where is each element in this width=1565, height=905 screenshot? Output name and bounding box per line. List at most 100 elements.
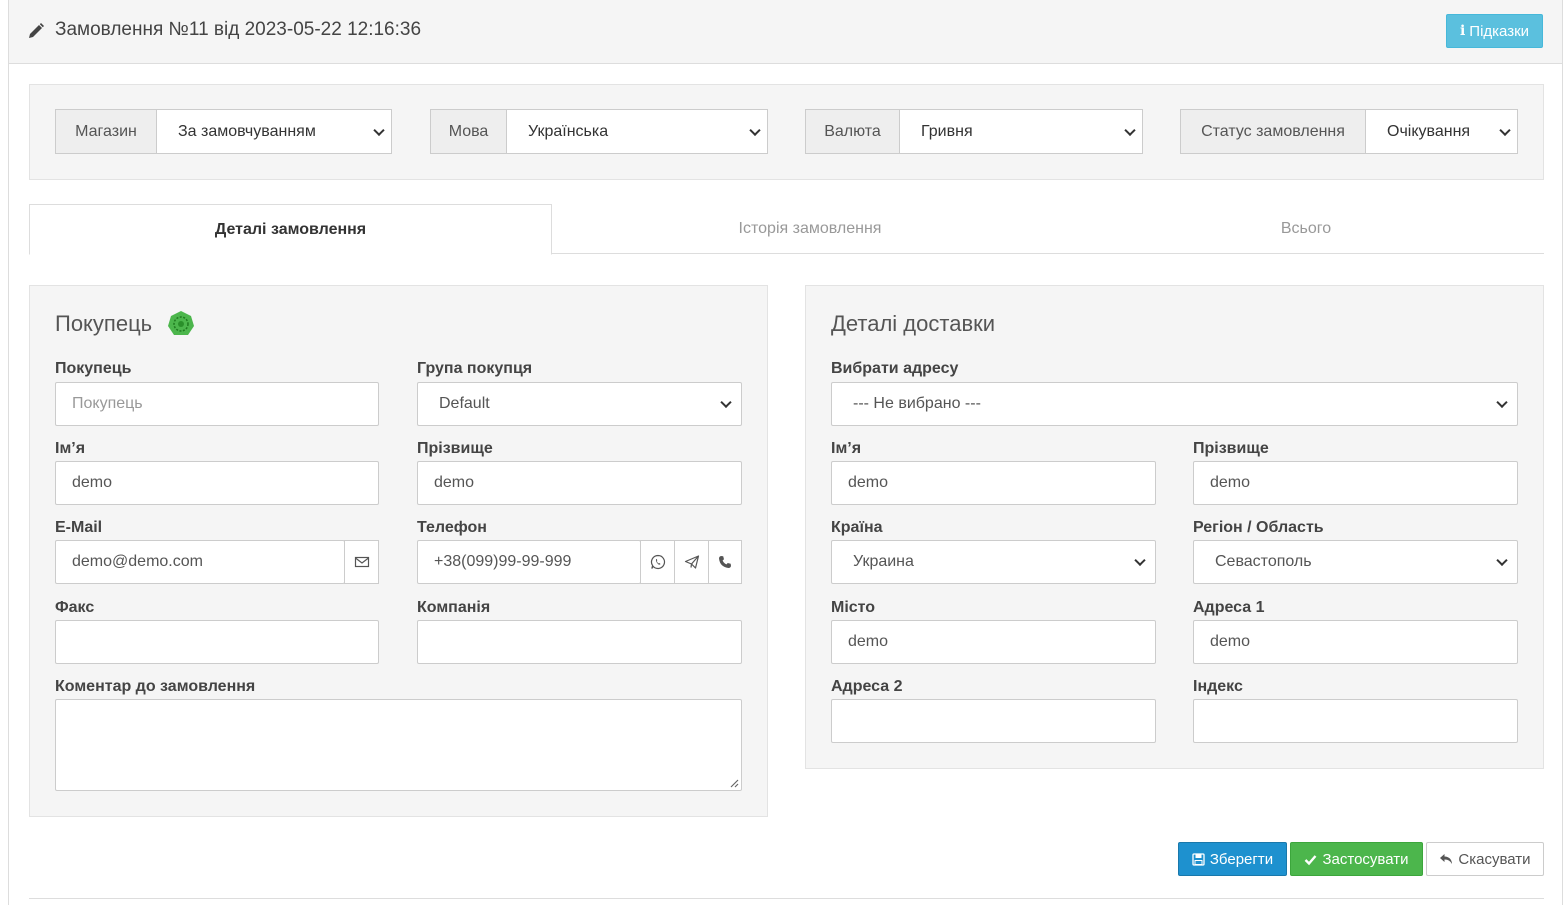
address2-label: Адреса 2 <box>831 678 903 695</box>
address1-input[interactable]: demo <box>1193 620 1518 664</box>
shipping-lastname-input[interactable]: demo <box>1193 461 1518 505</box>
customer-group-label: Група покупця <box>417 360 533 377</box>
fax-input[interactable] <box>55 620 379 664</box>
whatsapp-button[interactable] <box>640 540 675 584</box>
order-tabs: Деталі замовлення Історія замовлення Всь… <box>29 204 1544 255</box>
check-icon <box>1305 854 1317 865</box>
email-input[interactable]: demo@demo.com <box>55 540 345 584</box>
phone-label: Телефон <box>417 519 487 536</box>
tab-totals[interactable]: Всього <box>1068 204 1544 254</box>
country-label: Країна <box>831 519 883 536</box>
apply-button-label: Застосувати <box>1322 850 1409 868</box>
firstname-input[interactable]: demo <box>55 461 379 505</box>
shipping-fieldset: Деталі доставки Вибрати адресу --- Не ви… <box>805 285 1544 769</box>
customer-group-select[interactable]: Default <box>417 382 742 426</box>
address2-input[interactable] <box>831 699 1156 743</box>
region-label: Регіон / Область <box>1193 519 1324 536</box>
phone-input[interactable]: +38(099)99-99-999 <box>417 540 641 584</box>
hints-button-label: Підказки <box>1469 22 1530 40</box>
customer-fieldset: Покупець Покупець Покупець Група покупця… <box>29 285 768 817</box>
city-input[interactable]: demo <box>831 620 1156 664</box>
whatsapp-icon <box>650 554 665 570</box>
shipping-firstname-label: Ім’я <box>831 440 862 457</box>
language-select-value: Українська <box>528 122 609 140</box>
company-label: Компанія <box>417 599 491 616</box>
customer-status-icon <box>168 311 194 335</box>
save-button-label: Зберегти <box>1209 850 1274 868</box>
currency-label: Валюта <box>806 110 900 153</box>
save-button[interactable]: Зберегти <box>1178 842 1287 876</box>
info-icon: i <box>1459 23 1466 39</box>
currency-select-value: Гривня <box>921 122 973 140</box>
status-select-value: Очікування <box>1387 122 1471 140</box>
paper-plane-icon <box>684 555 699 569</box>
country-select-value: Украина <box>853 553 914 570</box>
telegram-button[interactable] <box>674 540 709 584</box>
address1-label: Адреса 1 <box>1193 599 1265 616</box>
send-email-button[interactable] <box>344 540 379 584</box>
customer-group-value: Default <box>439 395 490 412</box>
shipping-firstname-input[interactable]: demo <box>831 461 1156 505</box>
tab-order-history[interactable]: Історія замовлення <box>552 204 1068 254</box>
address-select-value: --- Не вибрано --- <box>853 395 981 412</box>
chevron-down-icon <box>1134 554 1146 567</box>
language-label: Мова <box>431 110 507 153</box>
language-select[interactable]: Українська <box>507 110 767 153</box>
chevron-down-icon <box>749 124 761 136</box>
country-select[interactable]: Украина <box>831 540 1156 584</box>
region-select-value: Севастополь <box>1215 553 1312 570</box>
customer-input[interactable]: Покупець <box>55 382 379 426</box>
postcode-label: Індекс <box>1193 678 1243 695</box>
phone-icon <box>719 556 731 568</box>
pencil-icon <box>29 23 44 38</box>
hints-button[interactable]: i Підказки <box>1446 14 1543 48</box>
currency-select-group: Валюта Гривня <box>805 109 1143 154</box>
status-select[interactable]: Очікування <box>1366 110 1517 153</box>
chevron-down-icon <box>373 124 385 136</box>
lastname-input[interactable]: demo <box>417 461 742 505</box>
language-select-group: Мова Українська <box>430 109 768 154</box>
region-select[interactable]: Севастополь <box>1193 540 1518 584</box>
tab-order-details[interactable]: Деталі замовлення <box>29 204 552 255</box>
store-select[interactable]: За замовчуванням <box>157 110 391 153</box>
chevron-down-icon <box>720 396 732 409</box>
company-input[interactable] <box>417 620 742 664</box>
currency-select[interactable]: Гривня <box>900 110 1142 153</box>
address-select-label: Вибрати адресу <box>831 360 959 377</box>
city-label: Місто <box>831 599 876 616</box>
lastname-label: Прізвище <box>417 440 493 457</box>
address-select[interactable]: --- Не вибрано --- <box>831 382 1518 426</box>
status-select-group: Статус замовлення Очікування <box>1180 109 1518 154</box>
chevron-down-icon <box>1496 396 1508 409</box>
apply-button[interactable]: Застосувати <box>1290 842 1423 876</box>
comment-label: Коментар до замовлення <box>55 678 256 695</box>
footer-divider <box>29 898 1544 899</box>
call-button[interactable] <box>708 540 742 584</box>
store-select-value: За замовчуванням <box>178 122 316 140</box>
page-title: Замовлення №11 від 2023-05-22 12:16:36 <box>55 19 422 40</box>
customer-label: Покупець <box>55 360 132 377</box>
store-label: Магазин <box>56 110 157 153</box>
cancel-button-label: Скасувати <box>1458 850 1531 868</box>
postcode-input[interactable] <box>1193 699 1518 743</box>
customer-legend: Покупець <box>55 311 153 336</box>
comment-textarea[interactable] <box>55 699 742 791</box>
store-select-group: Магазин За замовчуванням <box>55 109 392 154</box>
resize-handle-icon[interactable] <box>729 778 739 788</box>
order-panel: Замовлення №11 від 2023-05-22 12:16:36 i… <box>8 0 1563 905</box>
cancel-button[interactable]: Скасувати <box>1426 842 1544 876</box>
panel-heading: Замовлення №11 від 2023-05-22 12:16:36 i… <box>9 0 1562 64</box>
chevron-down-icon <box>1496 554 1508 567</box>
fax-label: Факс <box>55 599 95 616</box>
email-label: E-Mail <box>55 519 103 536</box>
chevron-down-icon <box>1124 124 1136 136</box>
chevron-down-icon <box>1499 124 1511 136</box>
shipping-legend: Деталі доставки <box>831 311 996 336</box>
reply-icon <box>1440 854 1453 864</box>
order-settings-bar: Магазин За замовчуванням Мова Українська… <box>29 84 1544 180</box>
floppy-disk-icon <box>1192 852 1205 866</box>
shipping-lastname-label: Прізвище <box>1193 440 1269 457</box>
envelope-icon <box>354 556 369 568</box>
status-label: Статус замовлення <box>1181 110 1366 153</box>
firstname-label: Ім’я <box>55 440 86 457</box>
